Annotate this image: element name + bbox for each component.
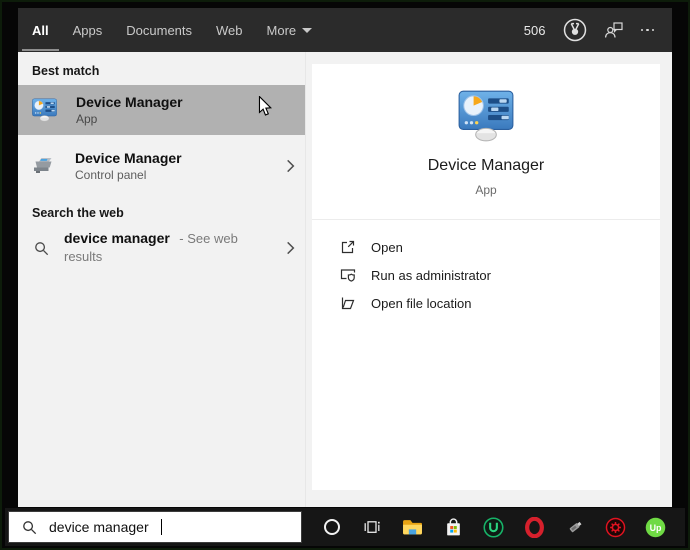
launch-icon bbox=[340, 239, 356, 255]
mouse-cursor bbox=[258, 95, 272, 122]
admin-shield-icon bbox=[340, 267, 356, 283]
driver-booster-icon[interactable] bbox=[600, 512, 630, 542]
upwork-icon[interactable]: Up bbox=[641, 512, 671, 542]
preview-actions: Open Run as administrator Open file loca… bbox=[312, 220, 660, 317]
control-panel-device-icon bbox=[31, 155, 57, 177]
preview-panel: Device Manager App Open Run as administr… bbox=[306, 52, 672, 507]
header-actions: 506 bbox=[524, 18, 672, 42]
preview-card: Device Manager App Open Run as administr… bbox=[312, 64, 660, 490]
result-subtitle: App bbox=[76, 112, 98, 126]
folder-open-icon bbox=[340, 295, 356, 311]
ellipsis-icon[interactable] bbox=[640, 28, 654, 32]
search-icon bbox=[34, 241, 49, 256]
device-manager-icon bbox=[456, 90, 516, 147]
result-title: Device Manager bbox=[75, 150, 182, 166]
tab-documents[interactable]: Documents bbox=[114, 8, 204, 52]
text-caret bbox=[160, 519, 162, 535]
feedback-icon[interactable] bbox=[604, 21, 624, 40]
tab-more[interactable]: More bbox=[255, 8, 325, 52]
preview-subtitle: App bbox=[475, 183, 497, 197]
microsoft-store-icon[interactable] bbox=[438, 512, 468, 542]
chevron-right-icon[interactable] bbox=[286, 159, 295, 173]
rewards-medal-icon[interactable] bbox=[563, 18, 587, 42]
usb-device-icon[interactable] bbox=[560, 512, 590, 542]
iobit-uninstaller-icon[interactable] bbox=[479, 512, 509, 542]
search-window: All Apps Documents Web More 506 Best mat… bbox=[2, 2, 688, 548]
search-input[interactable]: device manager bbox=[8, 511, 302, 543]
chevron-right-icon[interactable] bbox=[286, 241, 295, 255]
best-match-heading: Best match bbox=[32, 64, 100, 78]
taskbar: Up bbox=[302, 512, 685, 542]
action-open-file-location[interactable]: Open file location bbox=[340, 289, 660, 317]
result-subtitle: Control panel bbox=[75, 168, 147, 182]
result-title: Device Manager bbox=[76, 94, 183, 110]
task-view-icon[interactable] bbox=[357, 512, 387, 542]
search-icon bbox=[22, 520, 37, 535]
preview-title: Device Manager bbox=[427, 157, 545, 174]
action-run-as-administrator[interactable]: Run as administrator bbox=[340, 261, 660, 289]
device-manager-icon bbox=[31, 98, 58, 122]
chevron-down-icon bbox=[302, 27, 313, 33]
tab-all[interactable]: All bbox=[20, 8, 61, 52]
web-query: device manager bbox=[64, 230, 170, 246]
tab-apps[interactable]: Apps bbox=[61, 8, 115, 52]
web-suggestion-row[interactable]: device manager - See web results bbox=[18, 230, 305, 266]
cortana-icon[interactable] bbox=[317, 512, 347, 542]
file-explorer-icon[interactable] bbox=[398, 512, 428, 542]
search-the-web-heading: Search the web bbox=[32, 206, 124, 220]
result-device-manager-control-panel[interactable]: Device Manager Control panel bbox=[18, 142, 305, 190]
svg-text:Up: Up bbox=[650, 522, 662, 532]
search-input-value: device manager bbox=[49, 519, 149, 535]
taskbar-strip: device manager Up bbox=[5, 508, 685, 546]
filter-tabs: All Apps Documents Web More bbox=[20, 8, 324, 52]
opera-icon[interactable] bbox=[519, 512, 549, 542]
rewards-count: 506 bbox=[523, 22, 546, 38]
search-results-body: Best match Device Manager App Device Man… bbox=[18, 52, 672, 507]
tab-web[interactable]: Web bbox=[204, 8, 255, 52]
search-header: All Apps Documents Web More 506 bbox=[18, 8, 672, 52]
action-open[interactable]: Open bbox=[340, 233, 660, 261]
